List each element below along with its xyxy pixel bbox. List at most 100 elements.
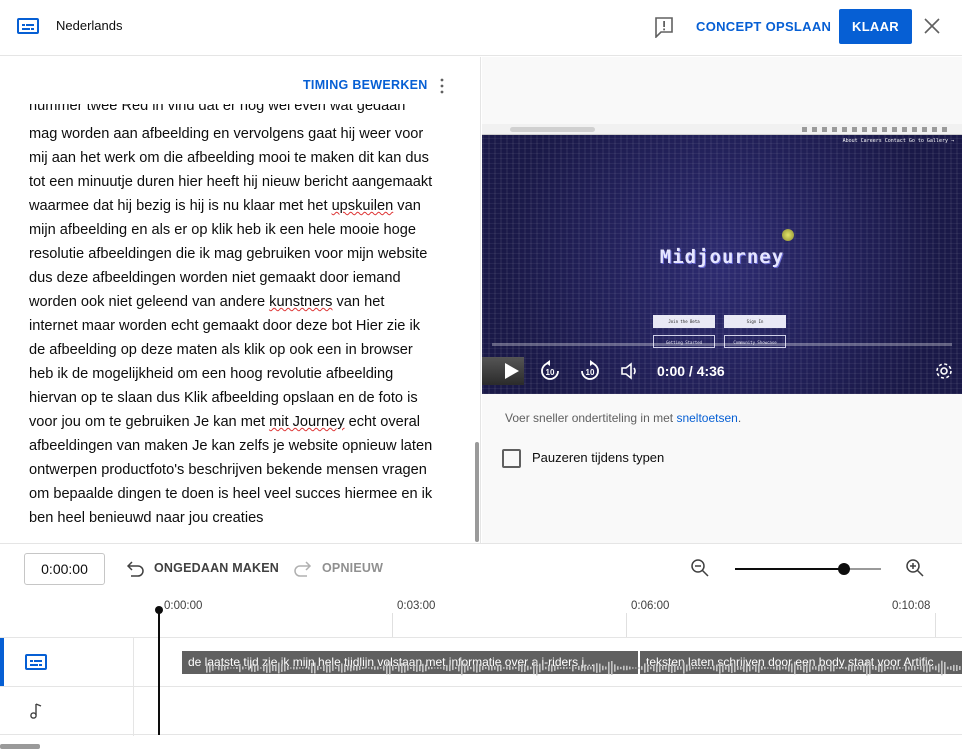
playhead[interactable] (155, 606, 163, 735)
waveform-bar (209, 663, 211, 673)
waveform-bar (689, 665, 691, 671)
waveform-bar (533, 661, 535, 675)
waveform-bar (635, 667, 637, 669)
waveform-bar (341, 663, 343, 673)
transcript-textarea[interactable]: nummer twee Red in vind dat er nog wel e… (29, 104, 459, 530)
waveform-bar (752, 666, 754, 670)
waveform-bar (785, 666, 787, 670)
waveform-bar (383, 665, 385, 671)
waveform-bar (251, 664, 253, 672)
waveform-bar (389, 661, 391, 675)
waveform-bar (437, 667, 439, 669)
waveform-bar (539, 663, 541, 673)
svg-text:10: 10 (546, 368, 555, 377)
waveform-bar (329, 663, 331, 673)
hint-text: Voer sneller ondertiteling in met (505, 411, 677, 425)
waveform-bar (839, 666, 841, 670)
waveform-bar (218, 665, 220, 671)
close-icon[interactable] (922, 16, 942, 36)
waveform-bar (320, 667, 322, 669)
timeline-scrollbar[interactable] (0, 744, 40, 749)
waveform-bar (761, 666, 763, 670)
waveform-bar (851, 664, 853, 672)
save-draft-button[interactable]: CONCEPT OPSLAAN (688, 12, 839, 42)
waveform-bar (611, 660, 613, 676)
waveform-bar (731, 663, 733, 673)
waveform-bar (491, 665, 493, 671)
ruler-tick (626, 613, 627, 637)
play-icon[interactable] (500, 360, 522, 382)
waveform-bar (830, 664, 832, 672)
feedback-icon[interactable] (654, 16, 674, 38)
transcript-panel: TIMING BEWERKEN nummer twee Red in vind … (0, 57, 481, 543)
video-btn-showcase: Community Showcase (724, 335, 786, 348)
edit-timing-button[interactable]: TIMING BEWERKEN (303, 78, 428, 92)
transcript-line: dus deze afbeeldingen worden niet gemaak… (29, 270, 401, 286)
waveform-bar (812, 666, 814, 670)
video-progress-bar[interactable] (492, 343, 952, 346)
preview-panel: About Careers Contact Go to Gallery → Mi… (482, 57, 962, 543)
zoom-in-icon[interactable] (905, 558, 925, 578)
video-player[interactable]: About Careers Contact Go to Gallery → Mi… (482, 124, 962, 394)
waveform-bar (467, 665, 469, 671)
waveform-bar (740, 666, 742, 670)
waveform-bar (512, 666, 514, 670)
waveform-bar (692, 666, 694, 670)
video-browser-bar (482, 124, 962, 135)
waveform-bar (743, 664, 745, 672)
waveform-bar (869, 661, 871, 675)
misspelled-word: kunstners (269, 294, 333, 310)
waveform-bar (452, 665, 454, 671)
hint-suffix: . (737, 411, 742, 425)
waveform-bar (521, 663, 523, 673)
waveform-bar (905, 664, 907, 672)
done-button[interactable]: KLAAR (839, 9, 912, 44)
waveform-bar (305, 667, 307, 669)
video-btn-signin: Sign In (724, 315, 786, 328)
zoom-slider-knob[interactable] (838, 563, 850, 575)
waveform-bar (896, 666, 898, 670)
ruler-label: 0:10:08 (892, 600, 931, 612)
zoom-out-icon[interactable] (690, 558, 710, 578)
waveform-bar (302, 667, 304, 669)
waveform-bar (938, 663, 940, 673)
waveform-bar (737, 666, 739, 670)
shortcuts-link[interactable]: sneltoetsen (676, 411, 737, 425)
settings-gear-icon[interactable] (933, 360, 955, 382)
rewind-10-icon[interactable]: 10 (539, 360, 561, 382)
waveform-bar (833, 664, 835, 672)
more-vert-icon[interactable] (436, 77, 448, 95)
transcript-line: hiervan op te slaan dus Klik afbeelding … (29, 390, 418, 406)
waveform-bar (335, 667, 337, 669)
waveform-bar (488, 665, 490, 671)
waveform-bar (254, 664, 256, 672)
transcript-scrollbar[interactable] (475, 442, 479, 542)
zoom-slider-track[interactable] (735, 568, 881, 570)
waveform-bar (395, 667, 397, 669)
transcript-line: resolutie afbeeldingen die ik mag gebrui… (29, 246, 428, 262)
waveform-bar (704, 667, 706, 669)
forward-10-icon[interactable]: 10 (579, 360, 601, 382)
waveform-bar (725, 666, 727, 670)
waveform-bar (407, 665, 409, 671)
timecode-input[interactable]: 0:00:00 (24, 553, 105, 585)
waveform-bar (797, 666, 799, 670)
waveform-bar (398, 664, 400, 672)
transcript-line: worden ook niet geleend van andere kunst… (29, 294, 385, 310)
waveform-bar (884, 664, 886, 672)
volume-icon[interactable] (619, 360, 641, 382)
waveform-bar (275, 664, 277, 672)
waveform-bar (941, 660, 943, 676)
waveform-bar (956, 664, 958, 672)
pause-checkbox[interactable] (502, 449, 521, 468)
waveform-bar (926, 663, 928, 673)
waveform-bar (476, 663, 478, 673)
ruler-label: 0:06:00 (631, 600, 670, 612)
audio-track-header (0, 687, 134, 736)
waveform-bar (770, 667, 772, 669)
waveform-bar (923, 664, 925, 672)
video-orb (782, 229, 794, 241)
transcript-line: om bepaalde dingen te doen is heel veel … (29, 486, 433, 502)
waveform-bar (878, 664, 880, 672)
audio-waveform (206, 660, 961, 676)
